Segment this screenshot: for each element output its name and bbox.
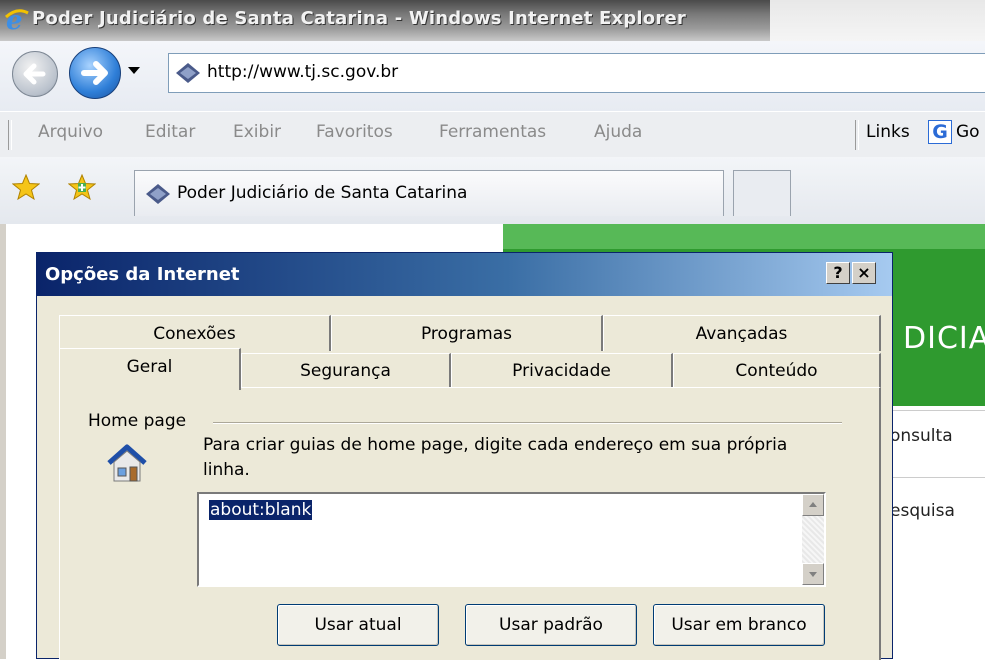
banner-stripe bbox=[503, 224, 985, 249]
back-arrow-icon bbox=[23, 63, 46, 85]
dialog-title: Opções da Internet bbox=[45, 264, 240, 285]
menu-editar[interactable]: Editar bbox=[145, 122, 195, 142]
links-label[interactable]: Links bbox=[866, 122, 910, 142]
back-button[interactable] bbox=[12, 51, 58, 97]
homepage-group-label: Home page bbox=[88, 411, 193, 431]
browser-tab-title: Poder Judiciário de Santa Catarina bbox=[177, 183, 468, 203]
group-divider bbox=[213, 422, 842, 424]
favorites-star-icon[interactable] bbox=[11, 173, 41, 205]
history-dropdown-icon[interactable] bbox=[128, 67, 140, 74]
homepage-instructions: Para criar guias de home page, digite ca… bbox=[203, 435, 788, 480]
window-title: Poder Judiciário de Santa Catarina - Win… bbox=[32, 8, 686, 29]
tab-geral[interactable]: Geral bbox=[59, 348, 241, 390]
homepage-textarea[interactable]: about:blank bbox=[197, 492, 826, 587]
scroll-up-button[interactable] bbox=[802, 494, 824, 516]
new-tab-button[interactable] bbox=[733, 170, 791, 216]
homepage-scrollbar[interactable] bbox=[802, 494, 824, 585]
chevron-down-icon bbox=[809, 572, 817, 577]
help-button[interactable]: ? bbox=[826, 262, 850, 284]
homepage-value[interactable]: about:blank bbox=[209, 500, 313, 520]
menu-bar: Arquivo Editar Exibir Favoritos Ferramen… bbox=[0, 111, 985, 158]
page-divider bbox=[880, 477, 985, 478]
menu-exibir[interactable]: Exibir bbox=[233, 122, 281, 142]
forward-arrow-icon bbox=[81, 61, 108, 85]
address-bar[interactable]: http://www.tj.sc.gov.br bbox=[168, 53, 985, 93]
address-url[interactable]: http://www.tj.sc.gov.br bbox=[207, 62, 398, 82]
page-left-border bbox=[0, 224, 6, 659]
menu-favoritos[interactable]: Favoritos bbox=[316, 122, 393, 142]
forward-button[interactable] bbox=[69, 47, 121, 99]
menu-arquivo[interactable]: Arquivo bbox=[38, 122, 103, 142]
page-link-pesquisa[interactable]: esquisa bbox=[890, 501, 955, 521]
tj-favicon-icon bbox=[145, 183, 171, 210]
menu-ajuda[interactable]: Ajuda bbox=[594, 122, 642, 142]
tab-privacidade[interactable]: Privacidade bbox=[451, 353, 673, 387]
close-button[interactable]: × bbox=[852, 262, 876, 284]
google-link[interactable]: Go bbox=[956, 122, 980, 142]
add-favorites-icon[interactable] bbox=[67, 173, 97, 205]
dialog-titlebar[interactable]: Opções da Internet ? × bbox=[37, 253, 892, 296]
links-grip[interactable] bbox=[855, 120, 859, 150]
scroll-down-button[interactable] bbox=[802, 563, 824, 585]
use-default-button[interactable]: Usar padrão bbox=[465, 604, 637, 646]
page-divider bbox=[880, 410, 985, 411]
titlebar-fade bbox=[770, 0, 985, 41]
tj-favicon-icon bbox=[175, 62, 201, 89]
window-titlebar[interactable]: e Poder Judiciário de Santa Catarina - W… bbox=[0, 0, 985, 41]
page-link-consulta[interactable]: onsulta bbox=[890, 426, 953, 446]
tab-programas[interactable]: Programas bbox=[331, 315, 603, 351]
tab-avancadas[interactable]: Avançadas bbox=[603, 315, 881, 351]
banner-text: DICIA bbox=[903, 321, 985, 356]
ie-logo-icon: e bbox=[4, 6, 30, 38]
house-icon bbox=[105, 443, 149, 490]
menu-ferramentas[interactable]: Ferramentas bbox=[439, 122, 546, 142]
tab-conteudo[interactable]: Conteúdo bbox=[673, 353, 881, 387]
tab-seguranca[interactable]: Segurança bbox=[241, 353, 451, 387]
google-icon[interactable]: G bbox=[928, 120, 952, 144]
menubar-grip[interactable] bbox=[8, 120, 12, 150]
tab-conexoes[interactable]: Conexões bbox=[59, 315, 331, 351]
internet-options-dialog: Opções da Internet ? × Conexões Programa… bbox=[36, 252, 893, 660]
use-current-button[interactable]: Usar atual bbox=[277, 604, 439, 646]
browser-tab[interactable]: Poder Judiciário de Santa Catarina bbox=[134, 170, 724, 216]
chevron-up-icon bbox=[809, 502, 817, 507]
use-blank-button[interactable]: Usar em branco bbox=[653, 604, 825, 646]
